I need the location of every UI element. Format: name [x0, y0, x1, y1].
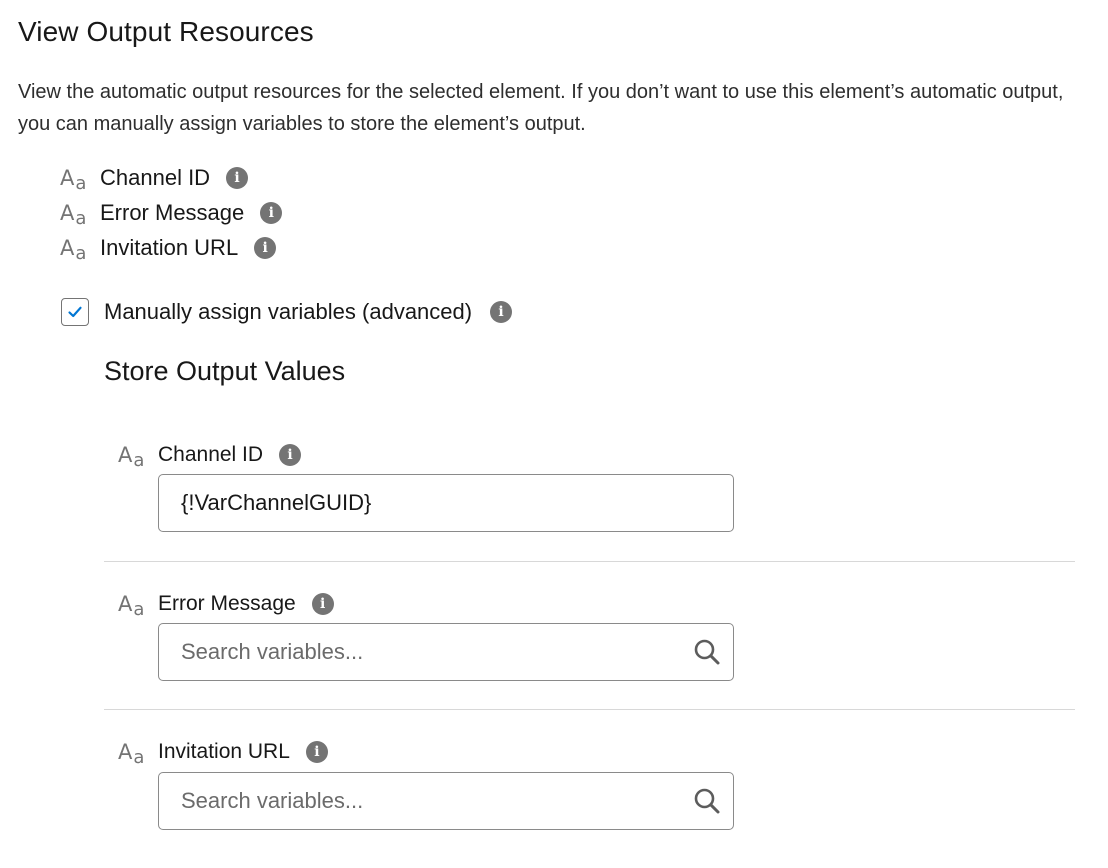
- input-placeholder: Search variables...: [181, 639, 364, 664]
- resource-item-channel-id: Aa Channel ID i: [60, 160, 282, 195]
- output-resource-list: Aa Channel ID i Aa Error Message i Aa In…: [60, 160, 283, 265]
- info-icon[interactable]: i: [311, 593, 334, 615]
- field-header: Aa Invitation URL i: [118, 737, 328, 768]
- resource-label: Invitation URL: [100, 234, 239, 260]
- section-title: Store Output Values: [104, 356, 346, 386]
- divider: [104, 561, 1075, 562]
- checkmark-icon: [68, 306, 82, 318]
- search-icon[interactable]: [693, 787, 721, 815]
- input-value: {!VarChannelGUID}: [181, 490, 372, 515]
- field-label: Invitation URL: [158, 740, 290, 763]
- manual-assign-row: Manually assign variables (advanced) i: [61, 298, 513, 326]
- text-type-icon: Aa: [60, 235, 87, 264]
- info-icon[interactable]: i: [254, 236, 277, 259]
- info-icon[interactable]: i: [260, 201, 283, 224]
- text-type-icon: Aa: [60, 200, 87, 229]
- search-icon[interactable]: [693, 638, 721, 666]
- text-type-icon: Aa: [60, 165, 87, 194]
- manual-assign-checkbox[interactable]: [61, 298, 89, 326]
- resource-item-invitation-url: Aa Invitation URL i: [60, 230, 282, 265]
- text-type-icon: Aa: [118, 443, 145, 471]
- manual-assign-label[interactable]: Manually assign variables (advanced): [104, 299, 472, 325]
- text-type-icon: Aa: [118, 740, 145, 768]
- text-type-icon: Aa: [118, 592, 145, 620]
- field-header: Aa Error Message i: [118, 589, 334, 620]
- page-description: View the automatic output resources for …: [18, 81, 1064, 135]
- field-label: Error Message: [158, 592, 296, 615]
- resource-item-error-message: Aa Error Message i: [60, 195, 283, 230]
- divider: [104, 709, 1075, 710]
- channel-id-input[interactable]: {!VarChannelGUID}: [158, 474, 734, 532]
- page-title: View Output Resources: [18, 16, 314, 47]
- info-icon[interactable]: i: [226, 166, 249, 189]
- input-placeholder: Search variables...: [181, 788, 364, 813]
- resource-label: Error Message: [100, 199, 245, 225]
- invitation-url-search-input[interactable]: Search variables...: [158, 772, 734, 830]
- info-icon[interactable]: i: [305, 741, 328, 763]
- field-label: Channel ID: [158, 443, 264, 466]
- resource-label: Channel ID: [100, 164, 211, 190]
- field-header: Aa Channel ID i: [118, 440, 302, 471]
- info-icon[interactable]: i: [279, 444, 302, 466]
- info-icon[interactable]: i: [490, 301, 513, 323]
- error-message-search-input[interactable]: Search variables...: [158, 623, 734, 681]
